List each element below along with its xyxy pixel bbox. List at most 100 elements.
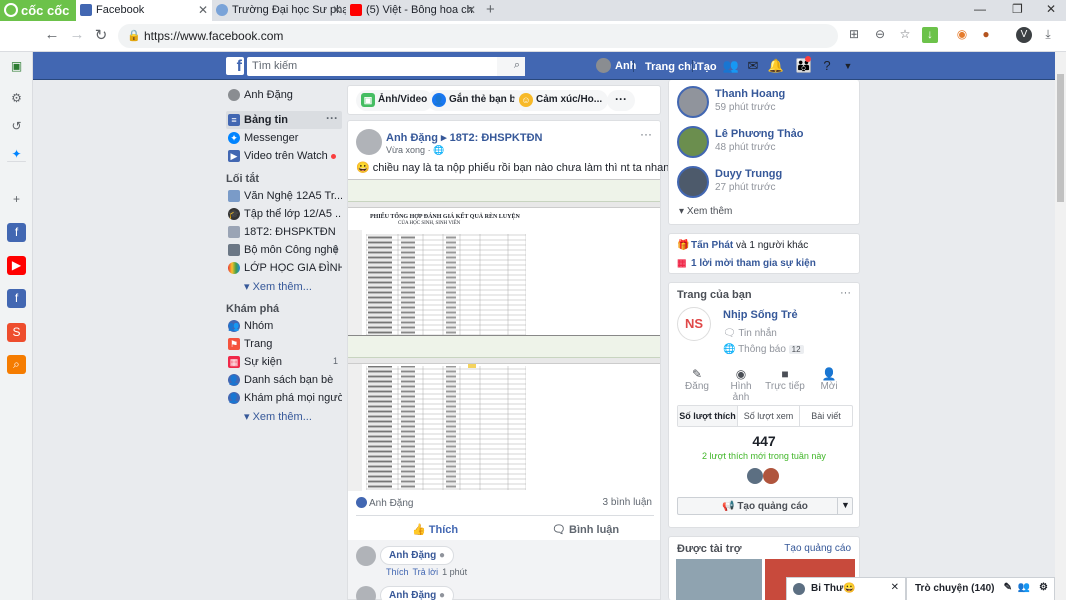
extension-icon[interactable]: ◉ (954, 27, 970, 43)
window-close-button[interactable]: ✕ (1046, 2, 1056, 16)
create-link[interactable]: Tạo (697, 61, 717, 73)
like-button[interactable]: 👍 Thích (412, 523, 458, 536)
birthday-row[interactable]: 🎁 Tấn Phát và 1 người khác (669, 237, 859, 255)
story-item[interactable]: Lê Phương Thảo 48 phút trước (669, 123, 859, 163)
comment-like-link[interactable]: Thích (386, 567, 409, 577)
story-item[interactable]: Duyy Trungg 27 phút trước (669, 163, 859, 203)
tab-likes[interactable]: Số lượt thích (678, 406, 738, 426)
nav-friend-lists[interactable]: 👤 Danh sách bạn bè (226, 371, 342, 389)
nav-profile[interactable]: Anh Đặng (226, 86, 342, 104)
avatar[interactable] (356, 586, 376, 600)
tab-youtube[interactable]: (5) Việt - Bông hoa ch ✕ (346, 0, 480, 21)
photo-video-button[interactable]: ▣ Ảnh/Video (356, 90, 434, 111)
home-link[interactable]: Trang chủ (645, 61, 698, 73)
tab-facebook[interactable]: Facebook ✕ (76, 0, 212, 21)
chat-sidebar-toggle[interactable]: Trò chuyện (140) ✎ 👥 ⚙ (906, 577, 1055, 600)
nav-shortcut-item[interactable]: Văn Nghệ 12A5 Tr... (226, 187, 342, 205)
chat-tab-friend[interactable]: Bi Thư😀 ✕ (786, 577, 906, 600)
reload-button[interactable]: ↻ (91, 26, 111, 44)
tab-posts[interactable]: Bài viết (800, 406, 852, 426)
facebook-search-input[interactable]: Tìm kiếm ⌕ (247, 57, 525, 76)
nav-pages[interactable]: ⚑ Trang (226, 335, 342, 353)
ad-options-dropdown-icon[interactable]: ▼ (837, 497, 853, 515)
nav-shortcut-item[interactable]: 18T2: ĐHSPKTĐN (226, 223, 342, 241)
nav-messenger[interactable]: ✦ Messenger (226, 129, 342, 147)
see-more-explore-link[interactable]: ▾ Xem thêm... (226, 407, 342, 425)
cookie-extension-icon[interactable]: ● (978, 27, 994, 43)
post-options-icon[interactable]: ··· (640, 127, 652, 141)
nav-discover-people[interactable]: 👤 Khám phá mọi người (226, 389, 342, 407)
post-image-spreadsheet-2[interactable] (348, 335, 660, 491)
create-ad-button[interactable]: 📢 Tạo quảng cáo (677, 497, 853, 515)
search-app-icon[interactable]: ⌕ (7, 355, 26, 374)
page-live-button[interactable]: ■ Trực tiếp (765, 367, 805, 392)
browser-brand[interactable]: cốc cốc (0, 0, 76, 21)
account-menu-icon[interactable]: ▼ (839, 61, 857, 71)
nav-watch[interactable]: ▶ Video trên Watch (226, 147, 342, 165)
new-message-icon[interactable]: ✎ (1004, 582, 1012, 593)
close-tab-icon[interactable]: ✕ (466, 3, 476, 17)
youtube-app-icon[interactable]: ▶ (7, 256, 26, 275)
nav-events[interactable]: ▦ Sự kiện 1 (226, 353, 342, 371)
ad-image[interactable] (676, 559, 762, 600)
add-icon[interactable]: + (7, 190, 26, 209)
nav-news-feed[interactable]: ≡ Bảng tin ··· (226, 111, 342, 129)
new-tab-button[interactable]: + (486, 1, 495, 18)
back-button[interactable]: ← (42, 26, 62, 43)
comment-reply-link[interactable]: Trả lời (413, 567, 439, 577)
facebook-logo-icon[interactable]: f (226, 57, 244, 75)
friend-requests-icon[interactable]: 👥 (722, 58, 740, 74)
post-author-link[interactable]: Anh Đặng ▸ 18T2: ĐHSPKTĐN (386, 131, 542, 144)
shopee-app-icon[interactable]: S (7, 323, 26, 342)
header-profile-link[interactable]: Anh (596, 58, 636, 73)
downloads-icon[interactable]: ⤓ (1040, 27, 1056, 43)
tag-friends-button[interactable]: 👤 Gắn thẻ bạn bè (427, 90, 528, 111)
post-timestamp[interactable]: Vừa xong · 🌐 (386, 145, 444, 156)
post-reactions[interactable]: Anh Đặng (356, 497, 413, 509)
profile-avatar[interactable]: V (1016, 27, 1032, 43)
see-more-stories-link[interactable]: ▾ Xem thêm (669, 203, 859, 217)
more-options-button[interactable]: ··· (607, 90, 635, 111)
avatar[interactable] (356, 546, 376, 566)
minimize-button[interactable]: — (974, 2, 986, 16)
translate-icon[interactable]: ⊞ (846, 27, 862, 43)
history-icon[interactable]: ↺ (7, 117, 26, 136)
comments-count-link[interactable]: 3 bình luận (603, 497, 653, 508)
avatar[interactable] (356, 129, 382, 155)
notifications-icon[interactable]: 🔔 (767, 58, 785, 74)
help-icon[interactable]: ? (818, 58, 836, 73)
maximize-button[interactable]: ❐ (1012, 2, 1023, 16)
page-post-button[interactable]: ✎ Đăng (677, 367, 717, 392)
facebook-app-icon[interactable]: f (7, 289, 26, 308)
chat-settings-icon[interactable]: ⚙ (1039, 582, 1048, 593)
story-item[interactable]: Thanh Hoang 59 phút trước (669, 83, 859, 123)
download-extension-icon[interactable]: ↓ (922, 27, 938, 43)
tab-views[interactable]: Số lượt xem (738, 406, 800, 426)
bookmark-star-icon[interactable]: ☆ (897, 27, 913, 43)
page-notifications-link[interactable]: 🌐 Thông báo 12 (723, 344, 804, 355)
event-invite-row[interactable]: ▦ 1 lời mời tham gia sự kiện (669, 255, 859, 273)
see-more-shortcuts-link[interactable]: ▾ Xem thêm... (226, 277, 342, 295)
forward-button[interactable]: → (67, 26, 87, 43)
messenger-icon[interactable]: ✉ (744, 58, 762, 74)
page-options-icon[interactable]: ··· (840, 287, 851, 299)
sidebar-toggle-icon[interactable]: ▣ (7, 57, 26, 76)
close-chat-icon[interactable]: ✕ (891, 582, 899, 593)
page-logo[interactable]: NS (677, 307, 711, 341)
create-ad-link[interactable]: Tạo quảng cáo (784, 543, 851, 554)
page-photo-button[interactable]: ◉ Hình ảnh (721, 367, 761, 403)
group-chat-icon[interactable]: 👥 (1018, 582, 1030, 593)
nav-shortcut-item[interactable]: 🎓 Tập thể lớp 12/A5 ... (226, 205, 342, 223)
post-image-spreadsheet-1[interactable]: PHIẾU TỔNG HỢP ĐÁNH GIÁ KẾT QUẢ RÈN LUYỆ… (348, 179, 660, 335)
close-tab-icon[interactable]: ✕ (198, 3, 208, 17)
more-options-icon[interactable]: ··· (326, 111, 338, 125)
zoom-icon[interactable]: ⊖ (872, 27, 888, 43)
facebook-app-icon[interactable]: f (7, 223, 26, 242)
search-button[interactable] (497, 57, 525, 76)
settings-icon[interactable]: ⚙ (7, 89, 26, 108)
nav-shortcut-item[interactable]: LỚP HỌC GIA ĐÌNH (226, 259, 342, 277)
page-name-link[interactable]: Nhịp Sống Trẻ (723, 309, 798, 321)
nav-groups[interactable]: 👥 Nhóm (226, 317, 342, 335)
tab-university[interactable]: Trường Đại học Sư phạm K ✕ (212, 0, 346, 21)
scrollbar-thumb[interactable] (1057, 74, 1064, 202)
